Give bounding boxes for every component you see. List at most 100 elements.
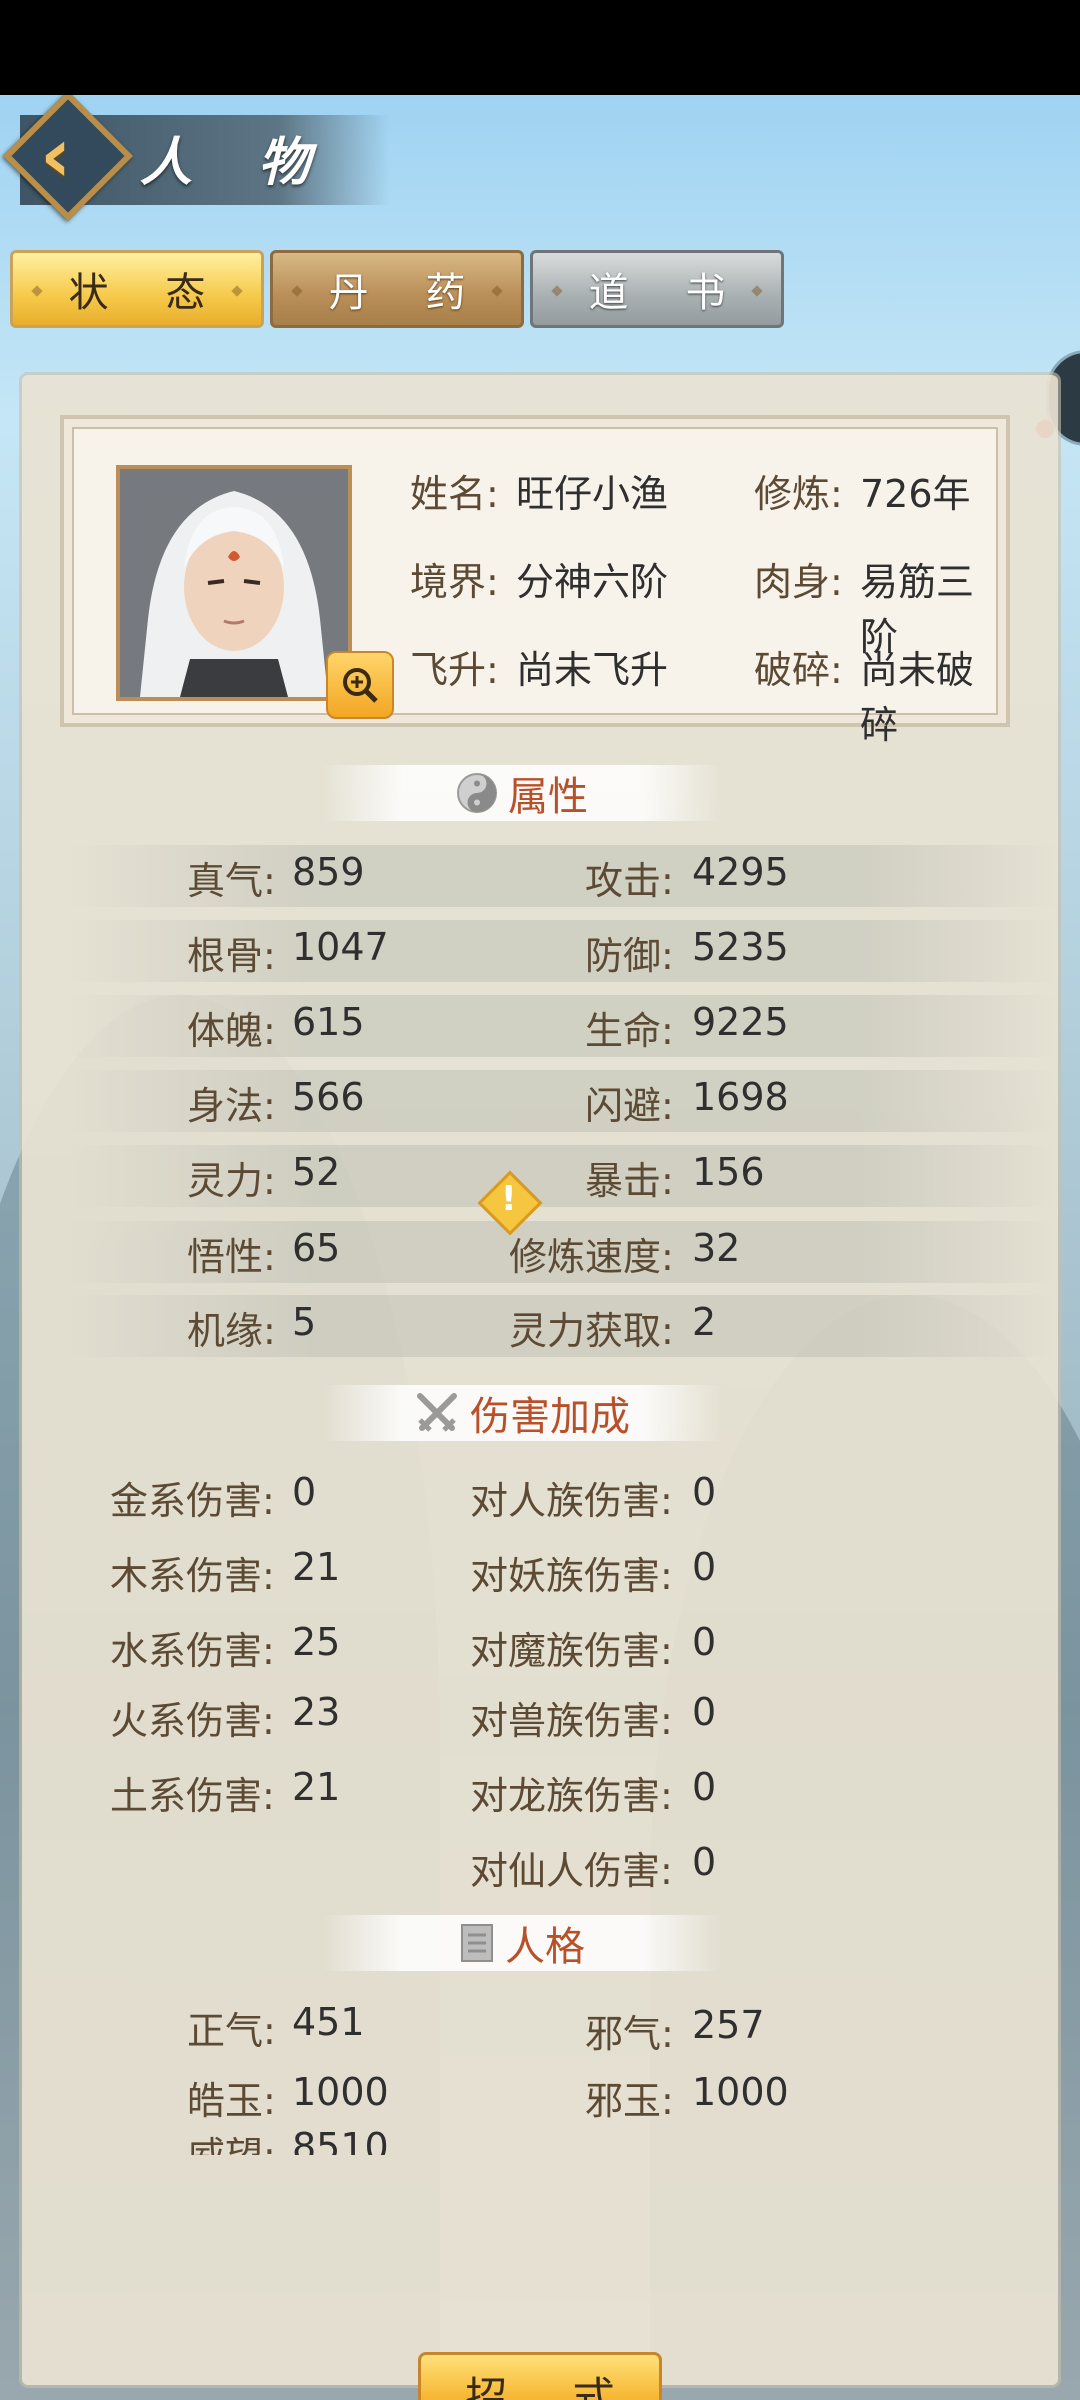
section-title: 伤害加成 xyxy=(470,1394,630,1440)
damage-value: 0 xyxy=(692,1545,717,1589)
attr-label: 根骨: xyxy=(187,934,276,978)
personality-label: 皓玉: xyxy=(187,2079,276,2123)
zoom-button[interactable] xyxy=(326,651,394,719)
name-label: 姓名: xyxy=(410,472,499,516)
attr-label: 真气: xyxy=(187,859,276,903)
attr-value: 9225 xyxy=(692,1000,789,1044)
game-screen: ‹ 人 物 状 态 丹 药 道 书 姓名: 旺仔小渔 修炼: 726年 境界: … xyxy=(0,95,1080,2400)
status-panel: 姓名: 旺仔小渔 修炼: 726年 境界: 分神六阶 肉身: 易筋三阶 飞升: … xyxy=(22,375,1058,2385)
tab-ornament xyxy=(31,285,43,297)
attr-value: 4295 xyxy=(692,850,789,894)
attr-label: 攻击: xyxy=(585,859,674,903)
personality-value: 1000 xyxy=(692,2070,789,2114)
profile-card: 姓名: 旺仔小渔 修炼: 726年 境界: 分神六阶 肉身: 易筋三阶 飞升: … xyxy=(60,415,1010,747)
damage-value: 0 xyxy=(692,1840,717,1884)
attr-label: 悟性: xyxy=(187,1235,276,1279)
warning-mark: ! xyxy=(501,1179,517,1219)
attr-value: 5 xyxy=(292,1300,317,1344)
section-title: 属性 xyxy=(508,774,588,820)
attr-label: 闪避: xyxy=(585,1084,674,1128)
damage-value: 25 xyxy=(292,1620,341,1664)
attr-value: 615 xyxy=(292,1000,365,1044)
tab-label: 状 态 xyxy=(68,270,228,316)
skills-button[interactable]: 招 式 xyxy=(418,2352,662,2400)
character-portrait[interactable] xyxy=(116,465,352,701)
shatter-label: 破碎: xyxy=(754,648,843,692)
attr-value: 5235 xyxy=(692,925,789,969)
damage-label: 土系伤害: xyxy=(110,1774,275,1818)
tab-ornament xyxy=(751,285,763,297)
attr-value: 65 xyxy=(292,1226,341,1270)
personality-label: 威望: xyxy=(187,2125,276,2155)
damage-label: 对龙族伤害: xyxy=(470,1774,673,1818)
personality-value: 1000 xyxy=(292,2070,389,2114)
personality-value: 451 xyxy=(292,2000,365,2044)
attr-label: 防御: xyxy=(585,934,674,978)
attr-label: 暴击: xyxy=(585,1159,674,1203)
tab-ornament xyxy=(231,285,243,297)
attr-value: 52 xyxy=(292,1150,341,1194)
damage-value: 0 xyxy=(692,1765,717,1809)
damage-label: 对兽族伤害: xyxy=(470,1699,673,1743)
cultivation-value: 726年 xyxy=(860,472,971,516)
ascend-value: 尚未飞升 xyxy=(516,648,669,692)
section-header-personality: 人格 xyxy=(322,1915,722,1971)
section-header-attributes: 属性 xyxy=(322,765,722,821)
damage-label: 对人族伤害: xyxy=(470,1479,673,1523)
damage-value: 0 xyxy=(692,1690,717,1734)
shatter-value: 尚未破碎 xyxy=(860,648,975,747)
damage-value: 21 xyxy=(292,1545,341,1589)
attr-label: 身法: xyxy=(187,1084,276,1128)
damage-label: 金系伤害: xyxy=(110,1479,275,1523)
tab-ornament xyxy=(551,285,563,297)
personality-label: 正气: xyxy=(187,2009,276,2053)
damage-label: 对妖族伤害: xyxy=(470,1554,673,1598)
crossed-swords-icon xyxy=(417,1393,457,1432)
realm-value: 分神六阶 xyxy=(516,560,669,604)
tab-label: 道 书 xyxy=(588,270,748,316)
damage-label: 对魔族伤害: xyxy=(470,1629,673,1673)
tab-ornament xyxy=(491,285,503,297)
section-title: 人格 xyxy=(505,1924,585,1970)
damage-value: 23 xyxy=(292,1690,341,1734)
attr-value: 566 xyxy=(292,1075,365,1119)
attr-label: 生命: xyxy=(585,1009,674,1053)
personality-label: 邪玉: xyxy=(585,2079,674,2123)
attr-value: 32 xyxy=(692,1226,741,1270)
page-title: 人 物 xyxy=(140,132,335,193)
section-header-damage: 伤害加成 xyxy=(322,1385,722,1441)
cultivation-label: 修炼: xyxy=(754,472,843,516)
attr-label: 体魄: xyxy=(187,1009,276,1053)
attr-label: 修炼速度: xyxy=(509,1235,674,1279)
attr-value: 1047 xyxy=(292,925,389,969)
ascend-label: 飞升: xyxy=(410,648,499,692)
tab-books[interactable]: 道 书 xyxy=(530,250,784,328)
damage-label: 火系伤害: xyxy=(110,1699,275,1743)
scroll-clip: 威望: 8510 xyxy=(22,2125,1058,2155)
tab-status[interactable]: 状 态 xyxy=(10,250,264,328)
personality-value: 8510 xyxy=(292,2125,389,2155)
zoom-in-icon xyxy=(343,668,378,703)
damage-value: 0 xyxy=(692,1620,717,1664)
avatar xyxy=(120,469,348,697)
tab-medicine[interactable]: 丹 药 xyxy=(270,250,524,328)
damage-label: 对仙人伤害: xyxy=(470,1849,673,1893)
damage-label: 水系伤害: xyxy=(110,1629,275,1673)
attr-value: 1698 xyxy=(692,1075,789,1119)
attr-value: 859 xyxy=(292,850,365,894)
tab-ornament xyxy=(291,285,303,297)
name-value: 旺仔小渔 xyxy=(516,472,669,516)
damage-value: 21 xyxy=(292,1765,341,1809)
realm-label: 境界: xyxy=(410,560,499,604)
damage-value: 0 xyxy=(692,1470,717,1514)
attr-label: 灵力获取: xyxy=(509,1309,674,1353)
damage-value: 0 xyxy=(292,1470,317,1514)
attr-value: 156 xyxy=(692,1150,765,1194)
personality-label: 邪气: xyxy=(585,2012,674,2056)
personality-value: 257 xyxy=(692,2003,765,2047)
attr-label: 灵力: xyxy=(187,1159,276,1203)
body-label: 肉身: xyxy=(754,560,843,604)
yin-yang-icon xyxy=(457,773,497,813)
tab-label: 丹 药 xyxy=(328,270,488,316)
chevron-left-icon[interactable]: ‹ xyxy=(40,117,110,193)
